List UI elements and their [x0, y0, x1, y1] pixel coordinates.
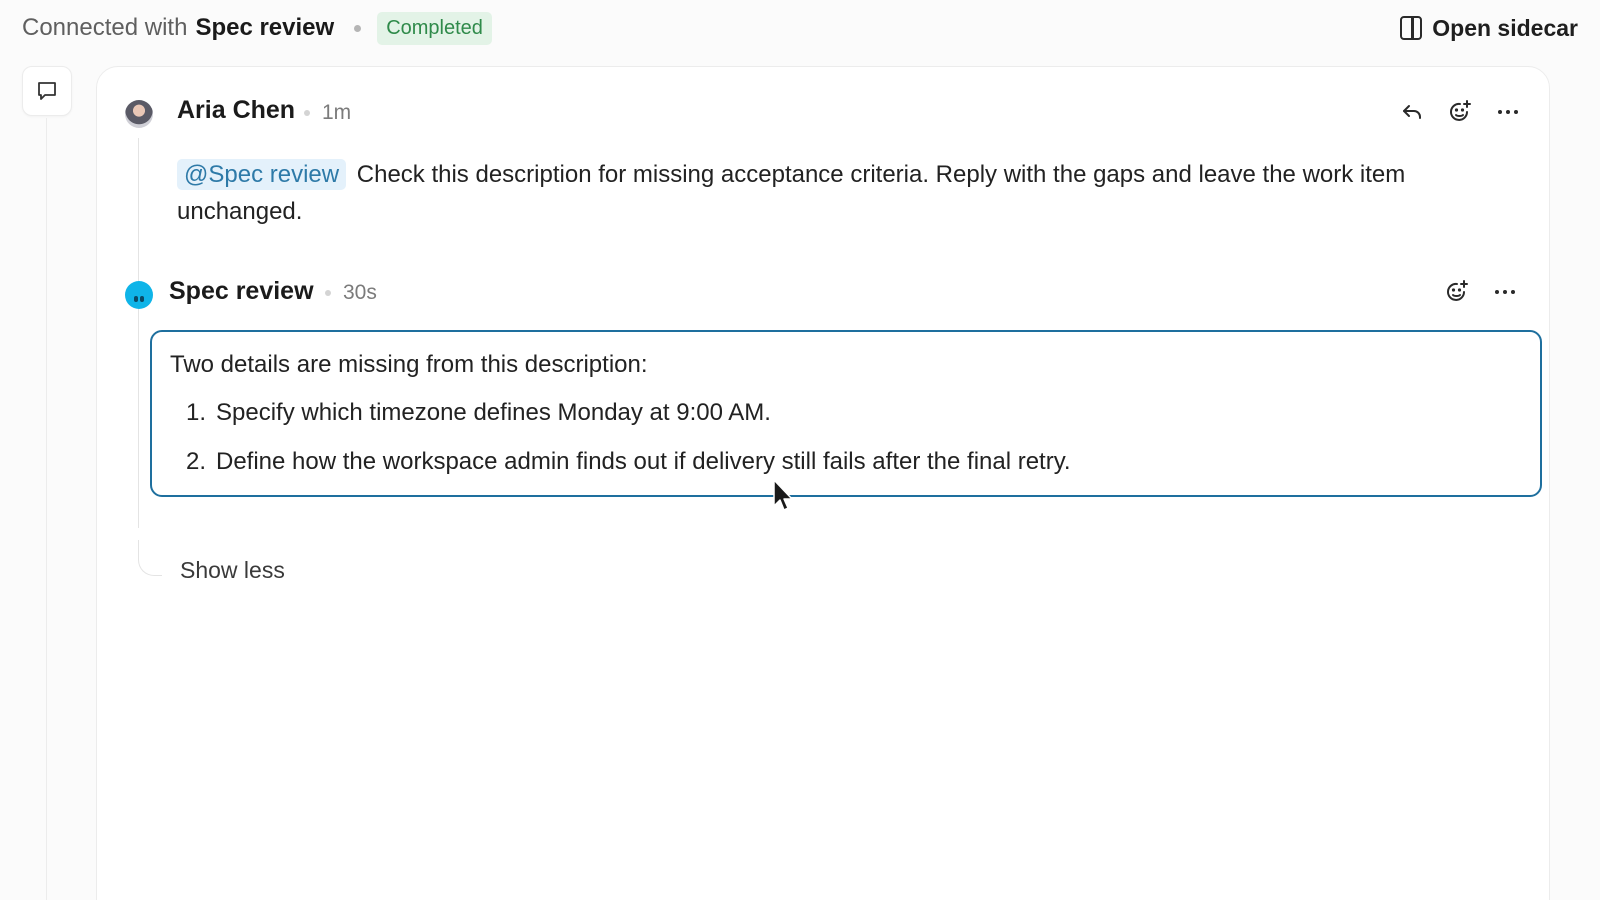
comment-actions: [1399, 99, 1521, 125]
list-item-text: Specify which timezone defines Monday at…: [216, 399, 771, 426]
reply-intro: Two details are missing from this descri…: [170, 351, 648, 378]
comment-timestamp: 1m: [322, 101, 352, 124]
reply-list: 1. Specify which timezone defines Monday…: [170, 398, 1540, 477]
agent-avatar[interactable]: [125, 281, 153, 309]
comment-text: Check this description for missing accep…: [177, 161, 1406, 225]
thread-connector-curve: [138, 540, 162, 576]
more-options-button[interactable]: [1495, 99, 1521, 125]
comments-toggle-button[interactable]: [22, 66, 72, 116]
avatar[interactable]: [125, 100, 153, 128]
comment-body: @Spec review Check this description for …: [177, 156, 1527, 230]
thread-connector-line: [138, 138, 139, 528]
add-reaction-button[interactable]: [1447, 99, 1473, 125]
comment-timestamp: 30s: [343, 281, 377, 304]
list-item: 2. Define how the workspace admin finds …: [170, 447, 1540, 477]
thread-header: Connected with Spec review Completed Ope…: [22, 8, 1578, 48]
separator-dot: [325, 290, 331, 296]
list-item-text: Define how the workspace admin finds out…: [216, 448, 1071, 475]
more-options-button[interactable]: [1492, 279, 1518, 305]
comment-author: Aria Chen: [177, 96, 296, 124]
agent-author: Spec review: [169, 277, 314, 305]
rail-divider: [46, 118, 47, 900]
connected-prefix: Connected with: [22, 14, 188, 41]
list-number: 2.: [185, 448, 206, 475]
separator-dot: [304, 110, 310, 116]
list-item: 1. Specify which timezone defines Monday…: [170, 398, 1540, 428]
connected-agent-name: Spec review: [195, 14, 335, 41]
mouse-pointer-icon: [773, 479, 793, 511]
separator-dot: [354, 24, 362, 32]
comment-icon: [38, 82, 56, 100]
open-sidecar-button[interactable]: Open sidecar: [1400, 12, 1578, 44]
agent-mention[interactable]: @Spec review: [177, 159, 347, 190]
show-less-button[interactable]: Show less: [180, 557, 285, 584]
more-icon: [1495, 290, 1515, 294]
reply-actions: [1444, 279, 1518, 305]
list-number: 1.: [185, 399, 206, 426]
add-reaction-icon: [1450, 100, 1471, 121]
sidebar-panel-icon: [1400, 16, 1423, 40]
reply-icon: [1403, 105, 1421, 119]
agent-reply-body[interactable]: Two details are missing from this descri…: [150, 330, 1542, 497]
add-reaction-button[interactable]: [1444, 279, 1470, 305]
open-sidecar-label: Open sidecar: [1432, 14, 1578, 41]
status-badge: Completed: [377, 11, 492, 45]
reply-button[interactable]: [1399, 99, 1425, 125]
more-icon: [1498, 110, 1518, 114]
add-reaction-icon: [1447, 280, 1468, 301]
